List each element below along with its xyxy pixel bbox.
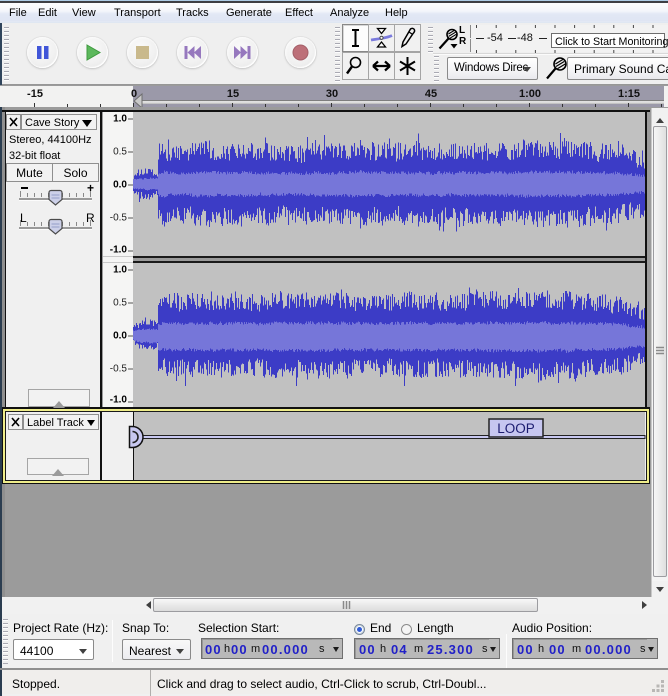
svg-text:LOOP: LOOP: [497, 421, 535, 436]
